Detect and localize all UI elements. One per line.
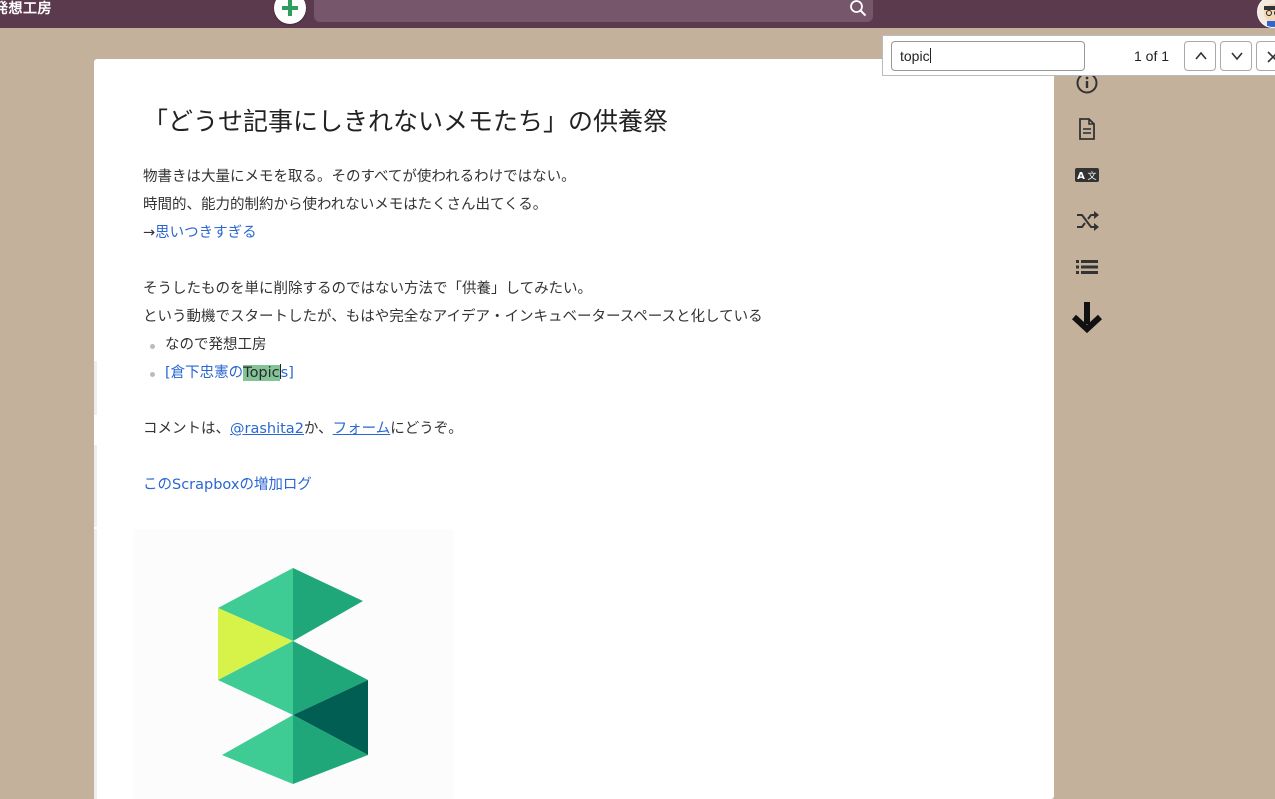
bullet-item: なので発想工房 [165, 335, 267, 355]
comment-text: にどうぞ。 [390, 421, 463, 437]
line-indicator [94, 445, 97, 527]
comment-text: コメントは、 [143, 421, 230, 437]
find-match-count: 1 of 1 [1134, 48, 1169, 64]
shuffle-icon[interactable] [1074, 208, 1100, 234]
twitter-link[interactable]: @rashita2 [230, 421, 304, 437]
header-bar: 発想工房 [0, 0, 1275, 28]
search-box [314, 0, 873, 22]
page-title: 「どうせ記事にしきれないメモたち」の供養祭 [143, 102, 668, 138]
chevron-down-icon [1230, 50, 1244, 62]
arrow-text: → [143, 225, 155, 241]
user-avatar[interactable] [1257, 0, 1275, 28]
bullet-item: [倉下忠憲のTopics] [165, 363, 294, 383]
project-name[interactable]: 発想工房 [0, 0, 52, 18]
search-input[interactable] [324, 0, 828, 20]
link-text: [倉下忠憲の [165, 365, 243, 381]
search-highlight: Topic [243, 365, 279, 381]
text-line: このScrapboxの増加ログ [143, 475, 312, 495]
text-line: という動機でスタートしたが、もはや完全なアイデア・インキュベータースペースと化し… [143, 307, 763, 327]
find-next-button[interactable] [1220, 41, 1252, 71]
find-close-button[interactable] [1256, 41, 1275, 71]
list-icon[interactable] [1074, 254, 1100, 280]
avatar-icon [1258, 0, 1275, 27]
scrapbox-logo-image[interactable] [134, 529, 454, 799]
arrow-down-icon[interactable] [1070, 300, 1104, 334]
find-in-page-bar: topic 1 of 1 [882, 35, 1275, 76]
text-line: 時間的、能力的制約から使われないメモはたくさん出てくる。 [143, 195, 547, 215]
chevron-up-icon [1194, 50, 1208, 62]
text-caret [930, 48, 931, 63]
text-line: →思いつきすぎる [143, 223, 257, 243]
plus-icon [280, 0, 300, 18]
line-indicator [94, 361, 97, 415]
svg-text:A: A [1077, 171, 1085, 182]
document-icon[interactable] [1074, 116, 1100, 142]
page-card: 「どうせ記事にしきれないメモたち」の供養祭 物書きは大量にメモを取る。そのすべて… [94, 59, 1054, 799]
bullet-dot [150, 344, 155, 349]
link-text: s] [281, 365, 294, 381]
growth-log-link[interactable]: このScrapboxの増加ログ [143, 477, 312, 493]
close-icon [1266, 50, 1275, 64]
page-link-omoitsuki[interactable]: 思いつきすぎる [155, 225, 257, 241]
text-line: 物書きは大量にメモを取る。そのすべてが使われるわけではない。 [143, 167, 576, 187]
search-icon[interactable] [849, 0, 867, 17]
find-query: topic [900, 48, 930, 64]
line-indicator [94, 529, 97, 799]
comment-text: か、 [304, 421, 333, 437]
translate-icon[interactable]: A 文 [1074, 162, 1100, 188]
page-link-topics[interactable]: [倉下忠憲のTopics] [165, 365, 294, 381]
svg-text:文: 文 [1087, 170, 1096, 182]
text-line: そうしたものを単に削除するのではない方法で「供養」してみたい。 [143, 279, 592, 299]
find-previous-button[interactable] [1184, 41, 1216, 71]
bullet-dot [150, 372, 155, 377]
form-link[interactable]: フォーム [333, 421, 391, 437]
text-line: コメントは、@rashita2か、フォームにどうぞ。 [143, 419, 463, 439]
new-page-button[interactable] [274, 0, 306, 24]
find-input[interactable]: topic [891, 41, 1085, 71]
